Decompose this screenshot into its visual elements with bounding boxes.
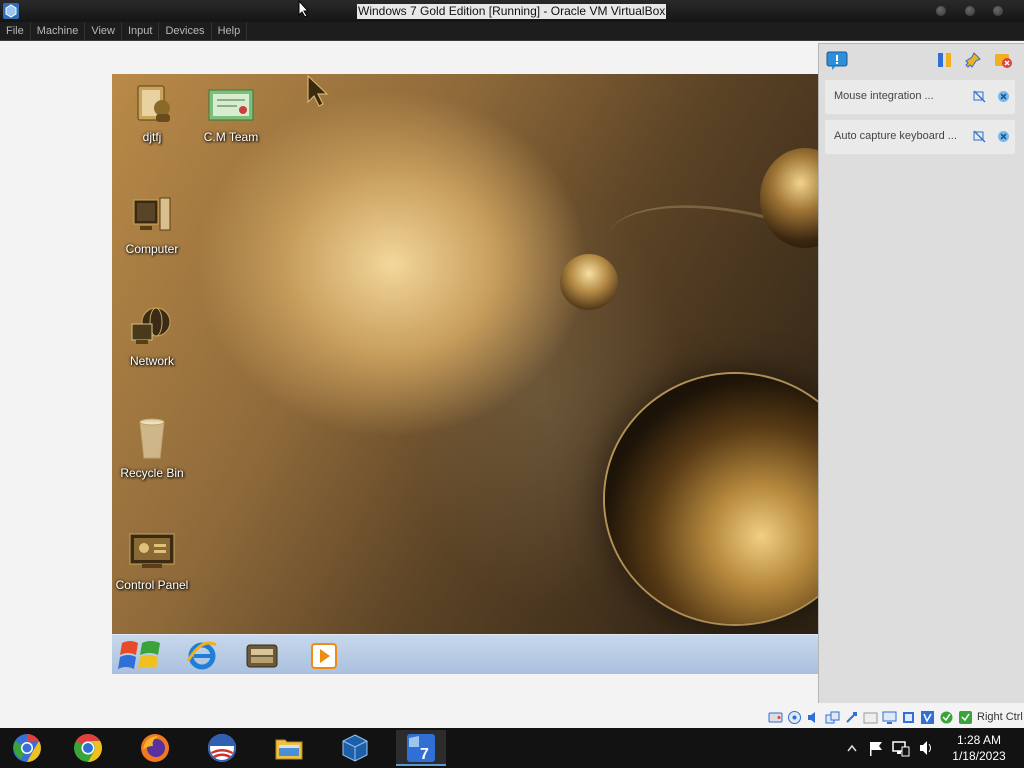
notification-mouse-integration[interactable]: Mouse integration ...	[825, 80, 1015, 114]
wallpaper-large-sphere	[605, 374, 818, 624]
shared-folders-icon[interactable]	[863, 710, 878, 725]
close-icon[interactable]	[997, 130, 1010, 143]
notification-center: Mouse integration ... Auto capture keybo…	[818, 43, 1024, 703]
network-icon[interactable]	[892, 728, 910, 768]
desktop-icon-label: Computer	[125, 242, 179, 256]
virtualbox-icon[interactable]	[2, 2, 20, 20]
host-mouse-cursor-icon	[298, 0, 310, 18]
media-player-icon[interactable]	[306, 637, 342, 673]
menu-input[interactable]: Input	[122, 22, 160, 40]
recording-icon[interactable]	[901, 710, 916, 725]
window-title: Windows 7 Gold Edition [Running] - Oracl…	[357, 4, 667, 19]
maximize-button[interactable]	[965, 6, 975, 16]
desktop-icon-label: C.M Team	[203, 130, 259, 144]
desktop-icon-label: Network	[129, 354, 174, 368]
dont-show-again-icon[interactable]	[973, 130, 986, 143]
sort-icon[interactable]	[935, 51, 955, 69]
taskbar-app-chrome[interactable]	[63, 730, 113, 766]
guest-mouse-cursor-icon	[307, 75, 329, 107]
windows-7-icon: 7	[407, 734, 435, 763]
notification-center-icon[interactable]	[826, 51, 848, 71]
host-key-label: Right Ctrl	[977, 711, 1023, 723]
chrome-icon	[74, 734, 102, 762]
clock-date: 1/18/2023	[952, 749, 1006, 763]
menu-view[interactable]: View	[85, 22, 122, 40]
menu-help[interactable]: Help	[212, 22, 248, 40]
recycle-bin-icon	[139, 418, 165, 459]
user-folder-icon	[137, 85, 170, 122]
menu-file[interactable]: File	[0, 22, 31, 40]
desktop-icon-label: Control Panel	[115, 578, 189, 592]
audio-icon[interactable]	[806, 710, 821, 725]
mouse-integration-icon[interactable]	[939, 710, 954, 725]
desktop-icon-label: Recycle Bin	[120, 466, 184, 480]
taskbar-app-file-manager[interactable]	[264, 730, 314, 766]
firefox-icon	[141, 734, 169, 762]
desktop-icon-djtfj[interactable]: djtfj	[112, 82, 197, 144]
notification-auto-capture-keyboard[interactable]: Auto capture keyboard ...	[825, 120, 1015, 154]
computer-icon	[133, 197, 171, 231]
chevron-up-icon[interactable]	[846, 728, 858, 768]
control-panel-icon	[129, 533, 175, 568]
desktop-icon-recycle-bin[interactable]: Recycle Bin	[112, 418, 197, 480]
minimize-button[interactable]	[936, 6, 946, 16]
desktop-icon-cm-team[interactable]: C.M Team	[186, 82, 276, 144]
guest-desktop[interactable]: djtfj C.M Team Computer Network Recycle …	[112, 74, 818, 634]
taskbar-app-virtualbox[interactable]	[330, 730, 380, 766]
obama-logo-icon	[208, 734, 236, 762]
internet-explorer-icon[interactable]	[184, 637, 220, 673]
chromium-icon	[13, 734, 41, 762]
guest-taskbar	[112, 634, 818, 674]
menu-devices[interactable]: Devices	[159, 22, 212, 40]
volume-icon[interactable]	[918, 728, 936, 768]
desktop-icon-computer[interactable]: Computer	[112, 194, 197, 256]
system-clock[interactable]: 1:28 AM 1/18/2023	[944, 732, 1014, 764]
vm-status-bar: Right Ctrl	[0, 708, 1024, 728]
optical-drive-icon[interactable]	[787, 710, 802, 725]
menu-machine[interactable]: Machine	[31, 22, 86, 40]
flag-icon[interactable]	[868, 728, 884, 768]
close-icon[interactable]	[997, 90, 1010, 103]
file-explorer-icon[interactable]	[244, 637, 280, 673]
pin-icon[interactable]	[964, 51, 984, 69]
cpu-icon[interactable]	[920, 710, 935, 725]
display-icon[interactable]	[882, 710, 897, 725]
taskbar-app-obama-logo[interactable]	[197, 730, 247, 766]
start-orb-icon[interactable]	[116, 635, 166, 675]
taskbar-app-firefox[interactable]	[130, 730, 180, 766]
svg-text:7: 7	[420, 746, 429, 763]
notification-text: Auto capture keyboard ...	[834, 130, 957, 142]
hard-disk-icon[interactable]	[768, 710, 783, 725]
taskbar-app-windows-7[interactable]: 7	[396, 730, 446, 766]
desktop-icon-label: djtfj	[142, 130, 162, 144]
file-manager-icon	[275, 739, 303, 760]
virtualbox-icon	[342, 734, 368, 762]
close-button[interactable]	[993, 6, 1003, 16]
desktop-icon-network[interactable]: Network	[112, 306, 197, 368]
clock-time: 1:28 AM	[956, 733, 1002, 747]
wallpaper-small-sphere	[560, 254, 618, 310]
host-taskbar: 7 1:28 AM 1/18/2023	[0, 728, 1024, 768]
notification-text: Mouse integration ...	[834, 90, 934, 102]
network-icon	[131, 307, 171, 344]
keyboard-capture-icon[interactable]	[958, 710, 973, 725]
dont-show-again-icon[interactable]	[973, 90, 986, 103]
network-adapter-icon[interactable]	[825, 710, 840, 725]
notification-center-header	[819, 44, 1024, 76]
desktop-icon-control-panel[interactable]: Control Panel	[112, 530, 197, 592]
clear-all-icon[interactable]	[993, 51, 1013, 69]
taskbar-app-chromium[interactable]	[2, 730, 52, 766]
menu-bar: File Machine View Input Devices Help	[0, 22, 1024, 41]
usb-icon[interactable]	[844, 710, 859, 725]
certificate-icon	[208, 89, 254, 121]
window-title-bar: Windows 7 Gold Edition [Running] - Oracl…	[0, 0, 1024, 22]
